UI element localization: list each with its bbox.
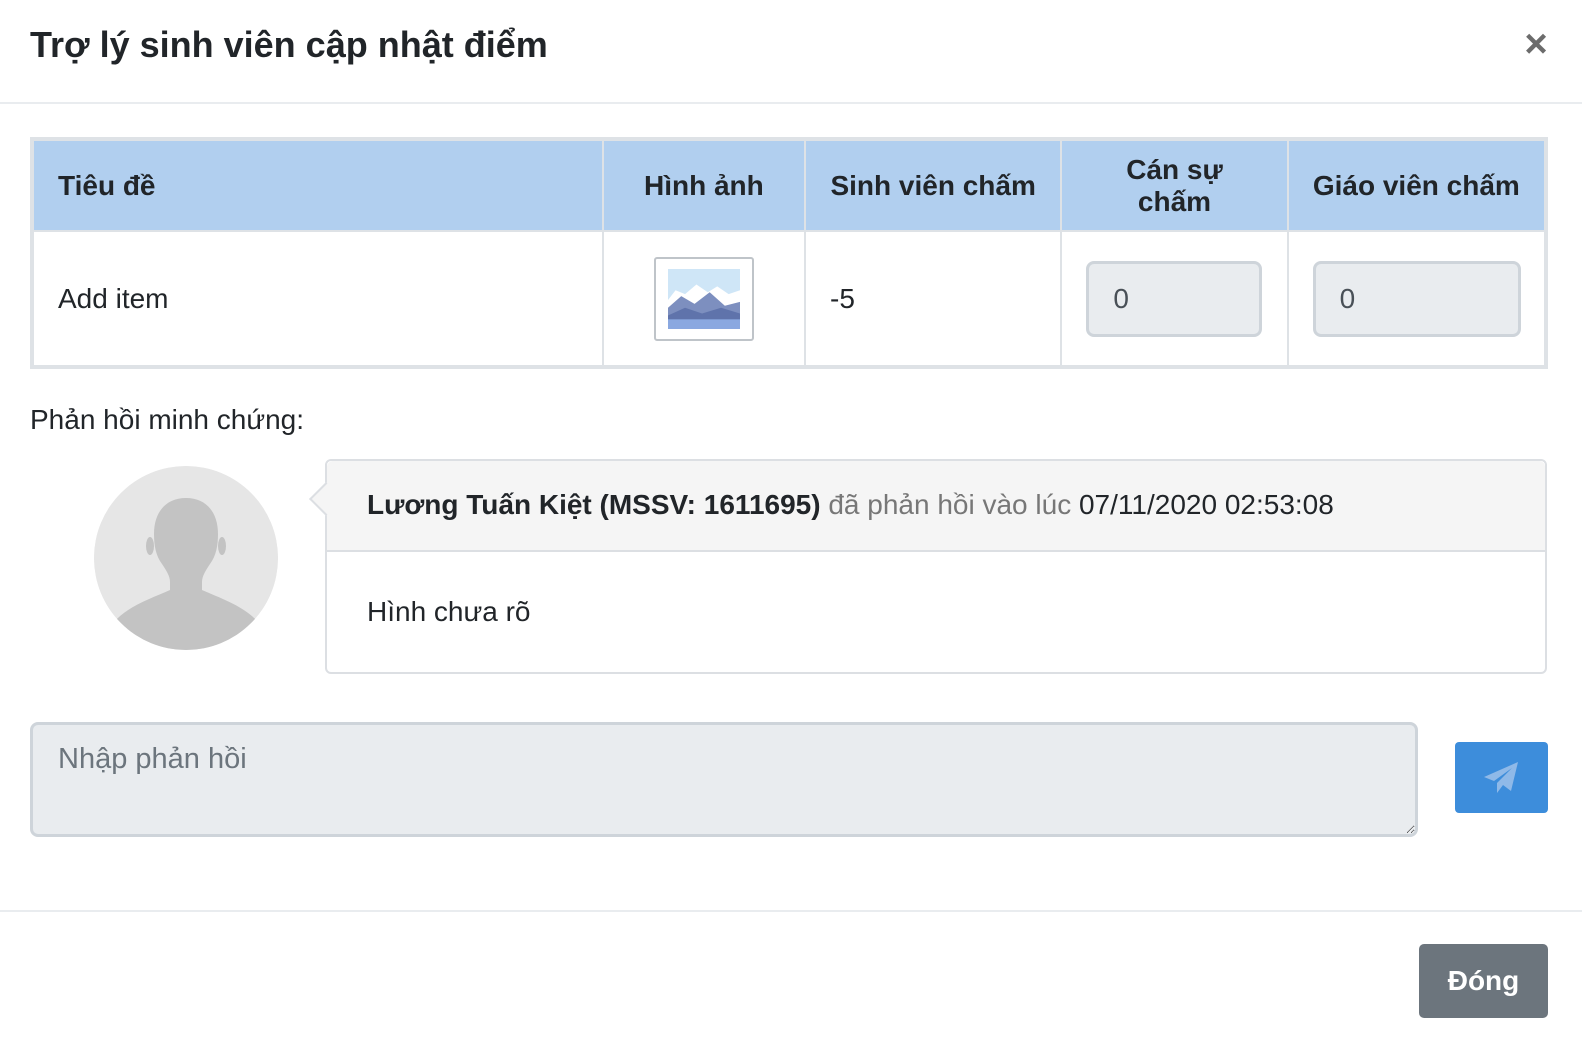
monitor-score-cell — [1060, 230, 1289, 368]
comment-card: Lương Tuấn Kiệt (MSSV: 1611695) đã phản … — [309, 459, 1547, 674]
monitor-score-input[interactable] — [1086, 260, 1263, 337]
table-header-row: Tiêu đề Hình ảnh Sinh viên chấm Cán sự c… — [31, 138, 1548, 232]
modal-footer-divider — [0, 910, 1582, 912]
comment-timestamp: 07/11/2020 02:53:08 — [1078, 489, 1334, 520]
modal-header: Trợ lý sinh viên cập nhật điểm × — [0, 0, 1582, 104]
paper-plane-icon — [1484, 762, 1518, 793]
column-header-teacher-score: Giáo viên chấm — [1286, 138, 1548, 232]
table-row: Add item -5 — [31, 230, 1548, 368]
comment-body: Hình chưa rõ — [367, 596, 531, 627]
teacher-score-cell — [1286, 230, 1548, 368]
send-button[interactable] — [1455, 742, 1548, 813]
column-header-student-score: Sinh viên chấm — [804, 138, 1063, 232]
reply-input[interactable] — [30, 722, 1418, 837]
grade-table: Tiêu đề Hình ảnh Sinh viên chấm Cán sự c… — [30, 137, 1548, 369]
close-icon[interactable]: × — [1516, 22, 1556, 66]
image-thumbnail-icon[interactable] — [653, 256, 754, 341]
modal-title: Trợ lý sinh viên cập nhật điểm — [30, 24, 548, 65]
feedback-label: Phản hồi minh chứng: — [30, 404, 305, 435]
item-title: Add item — [31, 230, 604, 368]
comment-author: Lương Tuấn Kiệt (MSSV: 1611695) — [367, 489, 821, 520]
column-header-image: Hình ảnh — [601, 138, 807, 232]
comment-header: Lương Tuấn Kiệt (MSSV: 1611695) đã phản … — [327, 461, 1545, 552]
default-avatar-icon — [94, 466, 278, 650]
teacher-score-input[interactable] — [1312, 260, 1521, 337]
comment-action-text: đã phản hồi vào lúc — [828, 489, 1072, 520]
close-button[interactable]: Đóng — [1419, 944, 1548, 1018]
student-score: -5 — [804, 230, 1063, 368]
column-header-monitor-score: Cán sự chấm — [1060, 138, 1289, 232]
column-header-title: Tiêu đề — [31, 138, 604, 232]
item-image-cell — [601, 230, 807, 368]
